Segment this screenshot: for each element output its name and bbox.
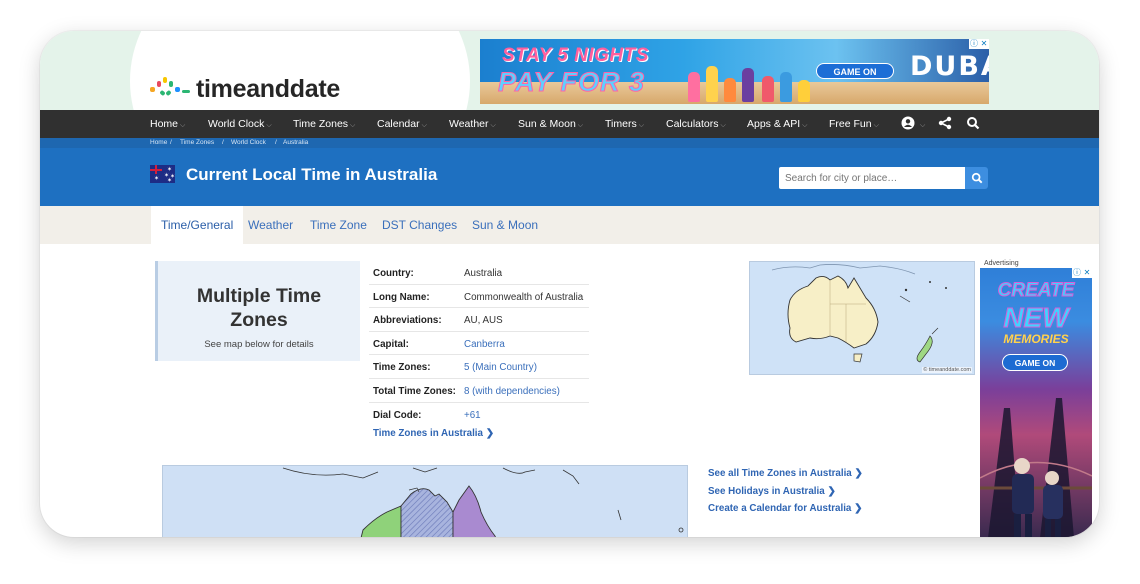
time-zones-link[interactable]: 5 (Main Country) xyxy=(464,362,537,373)
multiple-time-zones-subtext: See map below for details xyxy=(204,339,314,350)
side-ad-game-on-button[interactable]: GAME ON xyxy=(1002,354,1068,371)
see-all-time-zones-link[interactable]: See all Time Zones in Australia ❯ xyxy=(708,468,863,479)
chevron-right-icon: ❯ xyxy=(485,428,494,439)
chevron-down-icon: ⌵ xyxy=(873,122,879,129)
chevron-down-icon: ⌵ xyxy=(180,122,186,129)
table-row: Country: Australia xyxy=(369,261,589,285)
breadcrumb: Home / Time Zones / World Clock / Austra… xyxy=(40,138,1099,148)
nav-home[interactable]: Home ⌵ xyxy=(150,118,185,130)
related-links: See all Time Zones in Australia ❯ See Ho… xyxy=(708,468,863,521)
side-ad-line-2: NEW xyxy=(1003,302,1069,334)
side-ad-line-3: MEMORIES xyxy=(1003,332,1069,346)
map-copyright: © timeanddate.com xyxy=(922,367,972,373)
side-advertisement[interactable]: CREATE NEW MEMORIES GAME ON ⓘ ✕ xyxy=(980,268,1092,537)
capital-link[interactable]: Canberra xyxy=(464,339,505,350)
logo-icon xyxy=(148,76,194,103)
tab-weather[interactable]: Weather xyxy=(238,206,303,244)
nav-weather[interactable]: Weather ⌵ xyxy=(449,118,496,130)
advertising-label: Advertising xyxy=(984,260,1019,267)
table-row: Time Zones: 5 (Main Country) xyxy=(369,355,589,379)
see-holidays-link[interactable]: See Holidays in Australia ❯ xyxy=(708,486,863,497)
ad-subheadline: PAY FOR 3 xyxy=(497,67,646,98)
tab-sun-moon[interactable]: Sun & Moon xyxy=(462,206,548,244)
tab-dst-changes[interactable]: DST Changes xyxy=(372,206,467,244)
chevron-down-icon: ⌵ xyxy=(802,122,808,129)
nav-calculators[interactable]: Calculators ⌵ xyxy=(666,118,726,130)
nav-time-zones[interactable]: Time Zones ⌵ xyxy=(293,118,355,130)
content-tabs: Time/General Weather Time Zone DST Chang… xyxy=(40,206,1099,244)
side-ad-image xyxy=(980,398,1092,537)
chevron-down-icon: ⌵ xyxy=(638,122,645,129)
chevron-down-icon: ⌵ xyxy=(350,122,356,129)
time-zones-in-australia-link[interactable]: Time Zones in Australia ❯ xyxy=(373,428,494,439)
site-header: timeanddate STAY 5 NIGHTS PAY FOR 3 GAME… xyxy=(40,31,1099,110)
ad-game-on-button[interactable]: GAME ON xyxy=(816,63,894,79)
search-button[interactable] xyxy=(965,167,988,189)
account-icon[interactable] xyxy=(901,116,915,133)
australia-flag-icon: ✶ ✶ ✶ ✶ ✶ xyxy=(150,165,175,183)
total-time-zones-link[interactable]: 8 (with dependencies) xyxy=(464,386,560,397)
create-calendar-link[interactable]: Create a Calendar for Australia ❯ xyxy=(708,503,863,514)
chevron-right-icon: ❯ xyxy=(854,503,863,514)
ad-headline: STAY 5 NIGHTS xyxy=(502,45,649,66)
chevron-right-icon: ❯ xyxy=(854,468,863,479)
chevron-down-icon: ⌵ xyxy=(720,122,726,129)
ad-choices[interactable]: ⓘ ✕ xyxy=(969,39,989,49)
nav-sun-moon[interactable]: Sun & Moon ⌵ xyxy=(518,118,583,130)
page-title: Current Local Time in Australia xyxy=(186,165,438,184)
chevron-down-icon: ⌵ xyxy=(490,122,496,129)
table-row: Long Name: Commonwealth of Australia xyxy=(369,285,589,309)
search-input[interactable] xyxy=(779,167,965,189)
country-info-table: Country: Australia Long Name: Commonwealth… xyxy=(369,261,589,426)
dial-code-link[interactable]: +61 xyxy=(464,410,481,421)
search-icon[interactable] xyxy=(966,116,980,133)
table-row: Abbreviations: AU, AUS xyxy=(369,308,589,332)
multiple-time-zones-box: Multiple Time Zones See map below for de… xyxy=(155,261,360,361)
ad-close-icon[interactable]: ✕ xyxy=(1082,268,1092,278)
ad-brand: DUBAI xyxy=(910,51,989,82)
chevron-down-icon: ⌵ xyxy=(421,122,427,129)
side-ad-line-1: CREATE xyxy=(997,280,1075,302)
chevron-down-icon[interactable]: ⌵ xyxy=(918,118,925,130)
share-icon[interactable] xyxy=(938,116,952,133)
table-row: Total Time Zones: 8 (with dependencies) xyxy=(369,379,589,403)
breadcrumb-home[interactable]: Home xyxy=(150,139,167,146)
australia-locator-map[interactable]: © timeanddate.com xyxy=(749,261,975,375)
nav-apps-api[interactable]: Apps & API ⌵ xyxy=(747,118,807,130)
breadcrumb-time-zones[interactable]: Time Zones xyxy=(180,139,214,146)
site-logo[interactable]: timeanddate xyxy=(148,75,340,104)
top-advertisement[interactable]: STAY 5 NIGHTS PAY FOR 3 GAME ON DUBAI ⓘ … xyxy=(480,39,989,104)
search-icon xyxy=(971,172,982,184)
logo-text: timeanddate xyxy=(196,75,340,103)
tab-time-zone[interactable]: Time Zone xyxy=(300,206,377,244)
nav-timers[interactable]: Timers ⌵ xyxy=(605,118,644,130)
table-row: Capital: Canberra xyxy=(369,332,589,356)
time-zone-map-image xyxy=(282,467,684,537)
ad-close-icon[interactable]: ✕ xyxy=(979,39,989,49)
side-ad-choices[interactable]: ⓘ ✕ xyxy=(1072,268,1092,278)
table-row: Dial Code: +61 xyxy=(373,409,481,421)
main-nav: Home ⌵ World Clock ⌵ Time Zones ⌵ Calendar ⌵… xyxy=(40,110,1099,138)
nav-world-clock[interactable]: World Clock ⌵ xyxy=(208,118,272,130)
ad-info-icon[interactable]: ⓘ xyxy=(969,39,979,49)
tab-time-general[interactable]: Time/General xyxy=(151,206,244,244)
breadcrumb-world-clock[interactable]: World Clock xyxy=(231,139,266,146)
browser-window: timeanddate STAY 5 NIGHTS PAY FOR 3 GAME… xyxy=(40,31,1099,537)
chevron-down-icon: ⌵ xyxy=(577,122,584,129)
australia-map-image xyxy=(771,264,947,363)
ad-info-icon[interactable]: ⓘ xyxy=(1072,268,1082,278)
multiple-time-zones-heading: Multiple Time Zones xyxy=(196,285,322,331)
chevron-right-icon: ❯ xyxy=(827,485,836,497)
nav-calendar[interactable]: Calendar ⌵ xyxy=(377,118,427,130)
page-header: ✶ ✶ ✶ ✶ ✶ Current Local Time in Australi… xyxy=(40,148,1099,206)
time-zone-map[interactable] xyxy=(162,465,688,537)
ad-people-image xyxy=(680,57,830,102)
nav-free-fun[interactable]: Free Fun ⌵ xyxy=(829,118,879,130)
chevron-down-icon: ⌵ xyxy=(266,122,272,129)
breadcrumb-australia: Australia xyxy=(283,139,309,146)
